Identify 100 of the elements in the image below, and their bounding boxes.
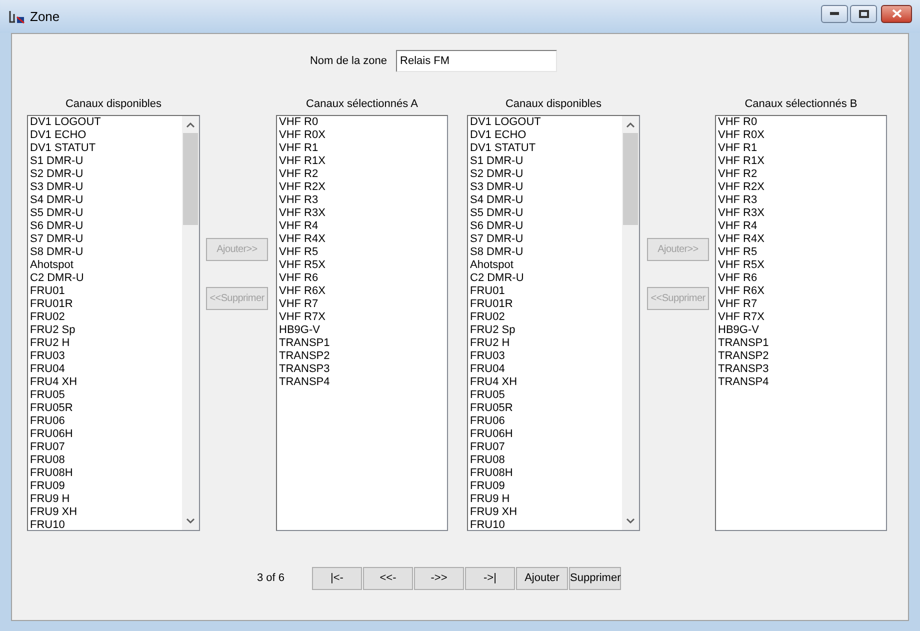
list-item[interactable]: FRU01 xyxy=(470,285,505,298)
list-item[interactable]: VHF R4 xyxy=(279,220,318,233)
list-item[interactable]: FRU01 xyxy=(30,285,65,298)
list-item[interactable]: VHF R3 xyxy=(718,194,758,207)
list-item[interactable]: VHF R2 xyxy=(279,168,318,181)
list-item[interactable]: VHF R1 xyxy=(279,142,318,155)
list-item[interactable]: S5 DMR-U xyxy=(30,207,84,220)
scroll-thumb[interactable] xyxy=(623,133,638,225)
list-item[interactable]: VHF R5 xyxy=(279,246,318,259)
channel-list[interactable]: VHF R0 VHF R0X VHF R1 VHF R1X VHF R2 VHF R2X VHF R3 VHF R3X VHF R4 VHF R4X VHF R5 VHF R5X VHF R6 VHF R6X VHF R7 VHF R7X HB9G-V TRANSP1 TRANSP2 TRANSP3 TRANSP4 xyxy=(276,115,448,531)
list-item[interactable]: FRU08H xyxy=(470,467,513,480)
list-item[interactable]: VHF R5 xyxy=(718,246,758,259)
list-item[interactable]: VHF R7 xyxy=(279,298,318,311)
pager-button[interactable]: ->| xyxy=(465,567,515,590)
list-item[interactable]: VHF R6X xyxy=(279,285,326,298)
list-item[interactable]: S2 DMR-U xyxy=(470,168,524,181)
list-item[interactable]: VHF R7X xyxy=(718,311,764,324)
list-item[interactable]: DV1 LOGOUT xyxy=(30,116,101,129)
list-item[interactable]: VHF R0X xyxy=(279,129,326,142)
list-item[interactable]: VHF R4 xyxy=(718,220,758,233)
list-item[interactable]: S3 DMR-U xyxy=(470,181,524,194)
list-item[interactable]: VHF R1 xyxy=(718,142,758,155)
list-item[interactable]: FRU06 xyxy=(470,415,505,428)
list-item[interactable]: FRU4 XH xyxy=(470,376,518,389)
scrollbar[interactable] xyxy=(182,116,199,530)
list-item[interactable]: S4 DMR-U xyxy=(30,194,84,207)
list-item[interactable]: FRU07 xyxy=(30,441,65,454)
list-item[interactable]: VHF R0X xyxy=(718,129,764,142)
list-item[interactable]: TRANSP1 xyxy=(718,337,769,350)
list-item[interactable]: FRU9 XH xyxy=(470,506,518,519)
list-item[interactable]: S8 DMR-U xyxy=(470,246,524,259)
list-item[interactable]: S6 DMR-U xyxy=(470,220,524,233)
list-item[interactable]: TRANSP3 xyxy=(279,363,330,376)
list-item[interactable]: VHF R3X xyxy=(718,207,764,220)
pager-button[interactable]: <<- xyxy=(363,567,413,590)
list-item[interactable]: VHF R4X xyxy=(279,233,326,246)
maximize-button[interactable] xyxy=(850,4,877,22)
scroll-down-icon[interactable] xyxy=(186,518,195,524)
list-item[interactable]: FRU10 xyxy=(30,519,65,530)
list-item[interactable]: FRU05 xyxy=(30,389,65,402)
list-item[interactable]: FRU05 xyxy=(470,389,505,402)
pager-button[interactable]: |<- xyxy=(312,567,362,590)
list-item[interactable]: FRU04 xyxy=(30,363,65,376)
list-item[interactable]: TRANSP4 xyxy=(279,376,330,389)
list-item[interactable]: FRU01R xyxy=(30,298,73,311)
list-item[interactable]: S6 DMR-U xyxy=(30,220,84,233)
pager-button[interactable]: Supprimer xyxy=(569,567,621,590)
list-item[interactable]: TRANSP3 xyxy=(718,363,769,376)
list-item[interactable]: FRU05R xyxy=(30,402,73,415)
list-item[interactable]: DV1 ECHO xyxy=(470,129,526,142)
list-item[interactable]: Ahotspot xyxy=(470,259,514,272)
list-item[interactable]: TRANSP1 xyxy=(279,337,330,350)
list-item[interactable]: VHF R0 xyxy=(279,116,318,129)
list-item[interactable]: S1 DMR-U xyxy=(30,155,84,168)
list-item[interactable]: FRU9 H xyxy=(30,493,70,506)
scroll-up-icon[interactable] xyxy=(186,122,195,128)
list-item[interactable]: S1 DMR-U xyxy=(470,155,524,168)
list-item[interactable]: FRU06H xyxy=(470,428,513,441)
list-item[interactable]: VHF R3 xyxy=(279,194,318,207)
list-item[interactable]: S5 DMR-U xyxy=(470,207,524,220)
list-item[interactable]: Ahotspot xyxy=(30,259,74,272)
list-item[interactable]: VHF R3X xyxy=(279,207,326,220)
list-item[interactable]: TRANSP2 xyxy=(279,350,330,363)
list-item[interactable]: VHF R6 xyxy=(718,272,758,285)
list-item[interactable]: VHF R7X xyxy=(279,311,326,324)
list-item[interactable]: FRU02 xyxy=(470,311,505,324)
list-item[interactable]: FRU08 xyxy=(30,454,65,467)
list-item[interactable]: FRU03 xyxy=(470,350,505,363)
pager-button[interactable]: ->> xyxy=(414,567,464,590)
list-item[interactable]: FRU08 xyxy=(470,454,505,467)
list-item[interactable]: FRU2 H xyxy=(470,337,510,350)
list-item[interactable]: S8 DMR-U xyxy=(30,246,84,259)
list-item[interactable]: FRU04 xyxy=(470,363,505,376)
list-item[interactable]: FRU10 xyxy=(470,519,505,530)
list-item[interactable]: VHF R2X xyxy=(279,181,326,194)
zone-name-field[interactable]: Relais FM xyxy=(396,50,558,72)
channel-list[interactable]: VHF R0 VHF R0X VHF R1 VHF R1X VHF R2 VHF R2X VHF R3 VHF R3X VHF R4 VHF R4X VHF R5 VHF R5X VHF R6 VHF R6X VHF R7 VHF R7X HB9G-V TRANSP1 TRANSP2 TRANSP3 TRANSP4 xyxy=(715,115,887,531)
list-item[interactable]: FRU4 XH xyxy=(30,376,78,389)
list-item[interactable]: FRU07 xyxy=(470,441,505,454)
scroll-down-icon[interactable] xyxy=(626,518,635,524)
list-item[interactable]: S2 DMR-U xyxy=(30,168,84,181)
list-item[interactable]: FRU05R xyxy=(470,402,513,415)
list-item[interactable]: VHF R6 xyxy=(279,272,318,285)
list-item[interactable]: VHF R2X xyxy=(718,181,764,194)
list-item[interactable]: VHF R0 xyxy=(718,116,758,129)
list-item[interactable]: FRU06H xyxy=(30,428,73,441)
channel-list[interactable] xyxy=(27,115,200,531)
list-item[interactable]: DV1 STATUT xyxy=(30,142,96,155)
list-item[interactable]: VHF R1X xyxy=(718,155,764,168)
list-item[interactable]: FRU2 Sp xyxy=(30,324,76,337)
list-item[interactable]: DV1 LOGOUT xyxy=(470,116,541,129)
list-item[interactable]: S7 DMR-U xyxy=(30,233,84,246)
list-item[interactable]: DV1 ECHO xyxy=(30,129,86,142)
list-item[interactable]: TRANSP4 xyxy=(718,376,769,389)
list-item[interactable]: FRU02 xyxy=(30,311,65,324)
list-item[interactable]: TRANSP2 xyxy=(718,350,769,363)
list-item[interactable]: FRU06 xyxy=(30,415,65,428)
list-item[interactable]: FRU09 xyxy=(30,480,65,493)
minimize-button[interactable] xyxy=(821,4,848,22)
scroll-thumb[interactable] xyxy=(183,133,198,225)
